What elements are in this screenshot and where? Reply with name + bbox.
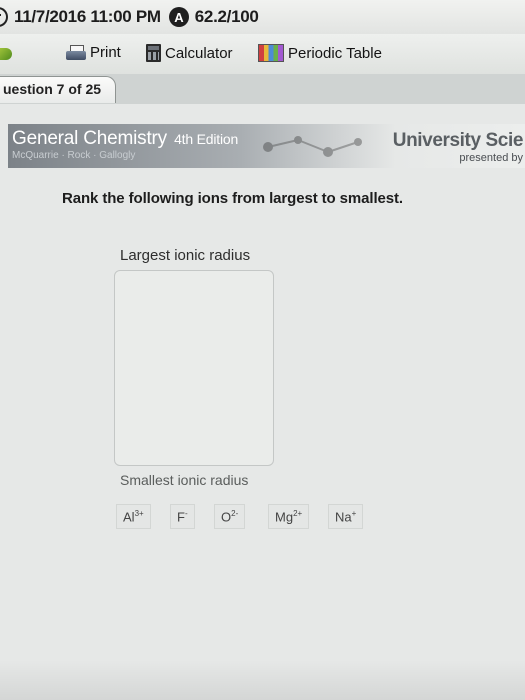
publisher-name: University Scie <box>392 130 524 151</box>
ion-na-plus[interactable]: Na+ <box>328 504 364 530</box>
banner-title: General Chemistry 4th Edition <box>12 128 238 150</box>
textbook-banner: General Chemistry 4th Edition McQuarrie … <box>8 124 525 168</box>
ion-charge: 3+ <box>134 509 144 518</box>
score-badge-icon: A <box>168 7 189 27</box>
print-button[interactable]: Print <box>66 44 121 61</box>
presented-by: presented by <box>459 152 523 164</box>
question-prompt: Rank the following ions from largest to … <box>62 190 403 207</box>
book-authors: McQuarrie · Rock · Gallogly <box>12 150 136 161</box>
ion-f-minus[interactable]: F- <box>170 504 195 530</box>
periodic-table-label: Periodic Table <box>288 44 382 62</box>
calculator-button[interactable]: Calculator <box>146 44 233 62</box>
printer-icon <box>66 44 86 61</box>
book-title: General Chemistry <box>12 128 167 149</box>
print-label: Print <box>90 44 121 61</box>
content-panel: General Chemistry 4th Edition McQuarrie … <box>0 104 525 700</box>
molecule-icon <box>263 136 362 157</box>
score: 62.2/100 <box>194 7 259 26</box>
ion-charge: 2+ <box>293 509 303 518</box>
ion-symbol: Mg <box>275 509 294 525</box>
question-tab[interactable]: uestion 7 of 25 <box>0 76 117 103</box>
smallest-label: Smallest ionic radius <box>120 472 249 488</box>
ranking-drop-zone[interactable] <box>114 270 274 466</box>
ion-mg2plus[interactable]: Mg2+ <box>268 504 310 530</box>
ion-symbol: F <box>177 509 185 525</box>
ion-symbol: Al <box>123 509 135 525</box>
ion-charge: + <box>351 509 357 518</box>
periodic-table-icon <box>258 44 284 62</box>
status-bar: 11/7/2016 11:00 PM A 62.2/100 <box>0 0 525 34</box>
ion-tray: Al3+ F- O2- Mg2+ Na+ <box>116 502 386 532</box>
calculator-label: Calculator <box>165 44 233 62</box>
clock-icon <box>0 7 8 27</box>
ion-symbol: O <box>221 509 232 525</box>
ion-charge: 2- <box>231 509 239 518</box>
ion-o2minus[interactable]: O2- <box>214 504 246 530</box>
datetime: 11/7/2016 11:00 PM <box>14 7 161 26</box>
periodic-table-button[interactable]: Periodic Table <box>258 44 382 62</box>
ion-charge: - <box>184 509 188 518</box>
ion-al3plus[interactable]: Al3+ <box>116 504 151 530</box>
green-tab-icon <box>0 48 12 60</box>
book-edition: 4th Edition <box>174 131 239 147</box>
ion-symbol: Na <box>335 509 352 525</box>
tab-strip: uestion 7 of 25 <box>0 74 525 104</box>
largest-label: Largest ionic radius <box>120 247 251 264</box>
bottom-shade <box>0 660 525 700</box>
calculator-icon <box>146 44 161 62</box>
toolbar: Print Calculator Periodic Table <box>0 34 525 75</box>
